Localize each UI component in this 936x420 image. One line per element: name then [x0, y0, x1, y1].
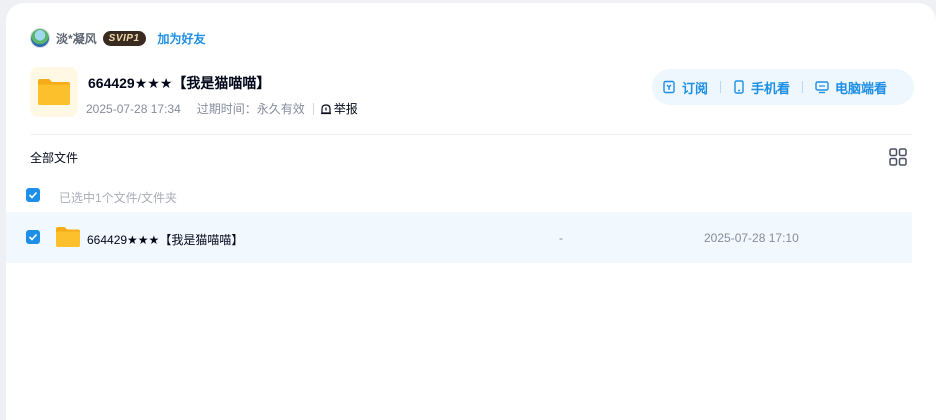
action-divider	[720, 81, 722, 93]
expire-label: 过期时间：	[196, 102, 257, 116]
folder-icon	[55, 226, 81, 253]
file-size: -	[559, 231, 563, 245]
avatar-icon[interactable]	[30, 28, 50, 48]
grid-view-icon[interactable]	[889, 148, 907, 171]
svip-badge: SVIP1	[102, 30, 146, 46]
select-all-checkbox[interactable]	[26, 188, 40, 202]
phone-view-label: 手机看	[751, 80, 791, 96]
check-icon	[28, 233, 38, 241]
meta-divider	[312, 102, 314, 115]
check-icon	[28, 191, 38, 199]
action-divider	[802, 81, 804, 93]
report-icon	[320, 103, 331, 114]
subscribe-button[interactable]: 订阅	[662, 78, 708, 97]
share-meta: 2025-07-28 17:34 过期时间： 永久有效 举报	[86, 100, 358, 117]
add-friend-link[interactable]: 加为好友	[158, 30, 206, 47]
sharer-info: 淡*凝风 SVIP1 加为好友	[30, 27, 206, 49]
desktop-icon	[815, 81, 829, 94]
share-page-card: 淡*凝风 SVIP1 加为好友 664429★★★【我是猫喵喵】 2025-07…	[6, 3, 936, 420]
sharer-name[interactable]: 淡*凝风	[56, 30, 97, 47]
phone-icon	[734, 80, 744, 94]
file-row[interactable]: 664429★★★【我是猫喵喵】 - 2025-07-28 17:10	[6, 212, 912, 263]
subscribe-icon	[663, 80, 675, 94]
expire-value: 永久有效	[256, 102, 305, 116]
desktop-view-button[interactable]: 电脑端看	[815, 78, 887, 97]
report-label: 举报	[333, 102, 358, 116]
report-button[interactable]: 举报	[320, 100, 358, 117]
breadcrumb-all-files[interactable]: 全部文件	[30, 149, 78, 166]
share-title: 664429★★★【我是猫喵喵】	[88, 75, 271, 91]
selected-count-text: 已选中1个文件/文件夹	[59, 191, 178, 205]
file-modified-date: 2025-07-28 17:10	[704, 231, 799, 245]
subscribe-label: 订阅	[682, 80, 709, 96]
desktop-view-label: 电脑端看	[835, 80, 888, 96]
folder-icon	[30, 67, 78, 117]
phone-view-button[interactable]: 手机看	[733, 78, 790, 97]
share-header: 664429★★★【我是猫喵喵】 2025-07-28 17:34 过期时间： …	[30, 67, 914, 123]
share-created-time: 2025-07-28 17:34	[86, 101, 181, 116]
view-actions-bar: 订阅 手机看 电脑端看	[652, 69, 914, 105]
file-name[interactable]: 664429★★★【我是猫喵喵】	[87, 231, 243, 248]
file-row-checkbox[interactable]	[26, 230, 40, 244]
header-divider	[30, 134, 912, 135]
